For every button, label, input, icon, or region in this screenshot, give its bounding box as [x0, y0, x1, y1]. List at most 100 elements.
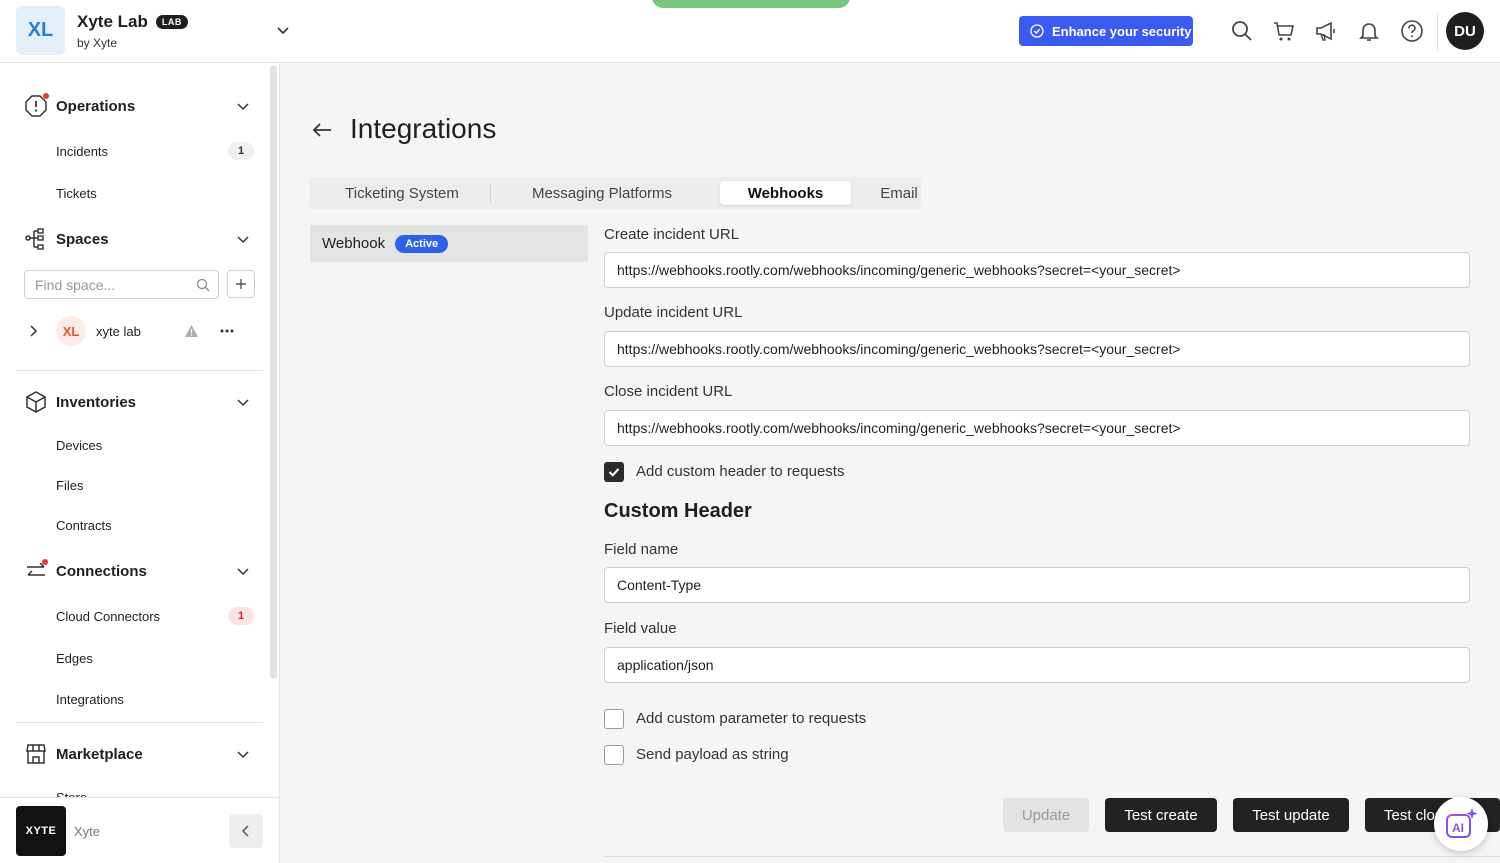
custom-header-checkbox[interactable]	[604, 462, 624, 482]
header-field-name-input[interactable]	[604, 567, 1470, 603]
ai-assistant-button[interactable]: AI	[1434, 797, 1488, 851]
footer-org-name: Xyte	[74, 824, 101, 839]
chevron-down-icon[interactable]	[275, 22, 291, 38]
org-avatar: XL	[16, 6, 65, 55]
sidebar-item-devices[interactable]: Devices	[56, 438, 102, 453]
custom-parameter-checkbox-label: Add custom parameter to requests	[636, 710, 867, 727]
cart-icon[interactable]	[1272, 19, 1296, 43]
ai-sparkle-icon: AI	[1446, 808, 1478, 838]
test-create-button[interactable]: Test create	[1105, 798, 1217, 832]
sidebar-divider	[16, 370, 263, 371]
chevron-left-icon	[241, 825, 249, 837]
header-divider	[1437, 14, 1438, 50]
main-content: Integrations Ticketing System Messaging …	[280, 63, 1500, 863]
integration-tabs: Ticketing System Messaging Platforms Web…	[310, 177, 921, 209]
sidebar-item-contracts[interactable]: Contracts	[56, 518, 112, 533]
status-badge: Active	[395, 234, 449, 253]
chevron-down-icon	[237, 103, 249, 111]
shield-check-icon	[1030, 24, 1044, 38]
space-item[interactable]: XL xyte lab	[24, 314, 256, 348]
sidebar-section-operations[interactable]: Operations	[24, 91, 256, 121]
close-url-input[interactable]	[604, 410, 1470, 446]
custom-header-checkbox-label: Add custom header to requests	[636, 463, 845, 480]
xyte-logo: XYTE	[16, 806, 66, 856]
test-update-button[interactable]: Test update	[1233, 798, 1349, 832]
tab-messaging-platforms[interactable]: Messaging Platforms	[494, 181, 710, 205]
chevron-right-icon[interactable]	[26, 324, 40, 338]
update-url-input[interactable]	[604, 331, 1470, 367]
back-arrow-icon[interactable]	[310, 118, 334, 142]
close-url-label: Close incident URL	[604, 383, 733, 400]
org-switcher[interactable]: XL Xyte Lab LAB by Xyte	[16, 6, 188, 55]
alert-dot	[42, 559, 48, 565]
sidebar-item-tickets[interactable]: Tickets	[56, 186, 97, 201]
sidebar-section-marketplace[interactable]: Marketplace	[24, 739, 256, 769]
sidebar-divider	[16, 722, 263, 723]
create-url-label: Create incident URL	[604, 226, 740, 243]
sidebar-item-edges[interactable]: Edges	[56, 651, 93, 666]
payload-string-checkbox-label: Send payload as string	[636, 746, 789, 763]
custom-header-title: Custom Header	[604, 500, 752, 522]
section-label: Spaces	[56, 230, 109, 248]
find-space-input[interactable]	[24, 270, 219, 299]
tab-webhooks[interactable]: Webhooks	[720, 181, 851, 205]
enhance-security-button[interactable]: Enhance your security	[1019, 16, 1193, 46]
sidebar-section-spaces[interactable]: Spaces	[24, 224, 256, 254]
hierarchy-icon	[25, 228, 44, 250]
sidebar-item-files[interactable]: Files	[56, 478, 83, 493]
megaphone-icon[interactable]	[1314, 19, 1338, 43]
form-bottom-divider	[604, 856, 1500, 857]
bell-icon[interactable]	[1357, 19, 1381, 43]
sidebar-item-integrations[interactable]: Integrations	[56, 692, 124, 707]
storefront-icon	[26, 744, 46, 764]
org-name: Xyte Lab	[77, 11, 148, 31]
enhance-security-label: Enhance your security	[1052, 23, 1192, 39]
more-icon[interactable]	[220, 329, 234, 333]
checkmark-icon	[608, 468, 620, 477]
sidebar-item-incidents[interactable]: Incidents	[56, 144, 108, 159]
chevron-down-icon	[237, 236, 249, 244]
custom-parameter-checkbox[interactable]	[604, 709, 624, 729]
sidebar-section-connections[interactable]: Connections	[24, 556, 256, 586]
section-label: Marketplace	[56, 745, 143, 763]
field-name-label: Field name	[604, 541, 679, 558]
box-icon	[26, 391, 46, 413]
alert-dot	[43, 93, 49, 99]
chevron-down-icon	[237, 751, 249, 759]
add-space-button[interactable]	[227, 270, 255, 298]
user-avatar[interactable]: DU	[1446, 12, 1484, 50]
space-avatar: XL	[56, 316, 86, 346]
tab-email[interactable]: Email	[855, 181, 943, 205]
section-label: Inventories	[56, 393, 137, 411]
section-label: Connections	[56, 562, 147, 580]
plus-icon	[236, 279, 246, 289]
org-subtitle: by Xyte	[77, 35, 118, 50]
warning-icon	[185, 325, 198, 337]
space-name: xyte lab	[96, 324, 141, 339]
lab-badge: LAB	[155, 14, 188, 29]
sidebar-item-cloud-connectors[interactable]: Cloud Connectors	[56, 609, 160, 624]
tab-ticketing-system[interactable]: Ticketing System	[314, 181, 490, 205]
incidents-count-badge: 1	[228, 142, 254, 160]
search-icon	[196, 278, 210, 292]
collapse-sidebar-button[interactable]	[229, 814, 263, 848]
webhook-list-item[interactable]: Webhook Active	[310, 225, 588, 262]
payload-string-checkbox[interactable]	[604, 745, 624, 765]
svg-text:AI: AI	[1452, 821, 1464, 835]
header-field-value-input[interactable]	[604, 647, 1470, 683]
update-button[interactable]: Update	[1003, 798, 1089, 832]
chevron-down-icon	[237, 399, 249, 407]
field-value-label: Field value	[604, 620, 677, 637]
create-url-input[interactable]	[604, 252, 1470, 288]
help-icon[interactable]	[1400, 19, 1424, 43]
search-icon[interactable]	[1230, 19, 1254, 43]
cloud-connectors-count-badge: 1	[228, 607, 254, 625]
sidebar-footer: XYTE Xyte	[0, 797, 279, 863]
webhook-name: Webhook	[322, 235, 386, 252]
sidebar-section-inventories[interactable]: Inventories	[24, 387, 256, 417]
sidebar-scrollbar[interactable]	[270, 65, 277, 679]
tab-divider	[490, 184, 491, 202]
section-label: Operations	[56, 97, 136, 115]
update-url-label: Update incident URL	[604, 304, 743, 321]
sidebar: Operations Incidents 1 Tickets Spaces XL…	[0, 63, 280, 863]
